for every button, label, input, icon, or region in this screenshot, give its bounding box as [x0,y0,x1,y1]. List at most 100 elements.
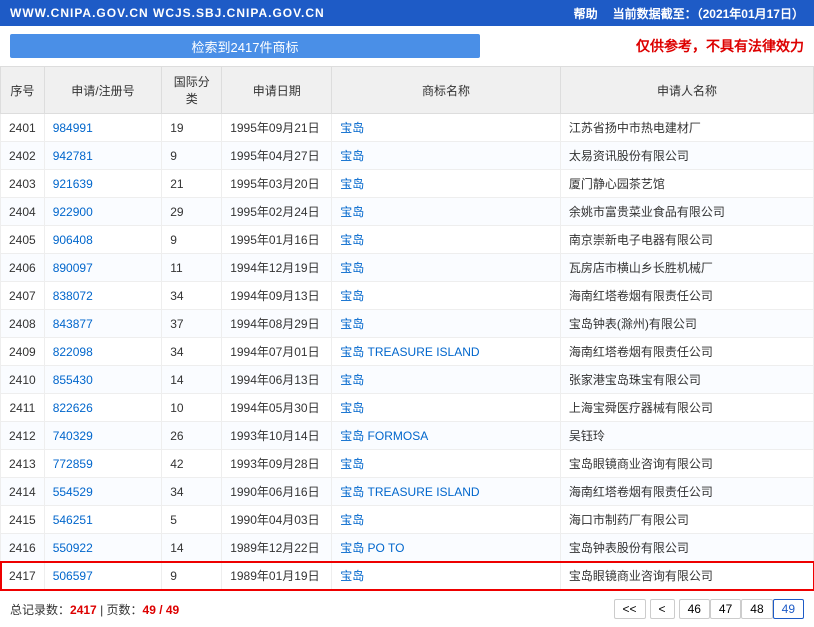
cell-index: 2410 [1,366,45,394]
cell-date: 1995年03月20日 [222,170,332,198]
table-row: 241554625151990年04月03日宝岛海口市制药厂有限公司 [1,506,814,534]
results-table: 序号申请/注册号国际分类申请日期商标名称申请人名称 24019849911919… [0,66,814,590]
reg-link[interactable]: 984991 [53,121,93,135]
cell-applicant: 宝岛眼镜商业咨询有限公司 [560,562,813,590]
cell-reg: 554529 [44,478,162,506]
search-summary: 检索到2417件商标 [10,34,480,58]
cell-reg: 838072 [44,282,162,310]
name-link[interactable]: 宝岛 [340,289,364,303]
cell-index: 2409 [1,338,45,366]
name-link[interactable]: 宝岛 [340,569,364,583]
reg-link[interactable]: 922900 [53,205,93,219]
name-link[interactable]: 宝岛 [340,261,364,275]
reg-link[interactable]: 740329 [53,429,93,443]
cell-class: 9 [162,562,222,590]
cell-index: 2417 [1,562,45,590]
reg-link[interactable]: 855430 [53,373,93,387]
cell-applicant: 宝岛眼镜商业咨询有限公司 [560,450,813,478]
cell-class: 26 [162,422,222,450]
cell-reg: 772859 [44,450,162,478]
cell-applicant: 太易资讯股份有限公司 [560,142,813,170]
reg-link[interactable]: 506597 [53,569,93,583]
cell-class: 9 [162,226,222,254]
name-link[interactable]: 宝岛 TREASURE ISLAND [340,345,479,359]
reg-link[interactable]: 906408 [53,233,93,247]
cell-date: 1994年07月01日 [222,338,332,366]
record-stats: 总记录数：2417 | 页数：49 / 49 [10,601,614,618]
cell-applicant: 张家港宝岛珠宝有限公司 [560,366,813,394]
reg-link[interactable]: 822626 [53,401,93,415]
cell-index: 2403 [1,170,45,198]
cell-date: 1995年04月27日 [222,142,332,170]
reg-link[interactable]: 822098 [53,345,93,359]
cell-class: 9 [162,142,222,170]
cell-index: 2414 [1,478,45,506]
table-row: 2401984991191995年09月21日宝岛江苏省扬中市热电建材厂 [1,114,814,142]
cell-applicant: 吴钰玲 [560,422,813,450]
table-row: 2411822626101994年05月30日宝岛上海宝舜医疗器械有限公司 [1,394,814,422]
cell-reg: 506597 [44,562,162,590]
page-first[interactable]: << [614,599,646,619]
reg-link[interactable]: 554529 [53,485,93,499]
reg-link[interactable]: 772859 [53,457,93,471]
name-link[interactable]: 宝岛 FORMOSA [340,429,428,443]
help-link[interactable]: 帮助 [574,5,598,22]
name-link[interactable]: 宝岛 [340,233,364,247]
page-prev[interactable]: < [650,599,675,619]
name-link[interactable]: 宝岛 [340,373,364,387]
cell-name: 宝岛 [332,254,561,282]
cell-name: 宝岛 [332,170,561,198]
page-num[interactable]: 48 [741,599,772,619]
cell-date: 1994年09月13日 [222,282,332,310]
cell-date: 1994年06月13日 [222,366,332,394]
cell-applicant: 厦门静心园茶艺馆 [560,170,813,198]
cell-class: 14 [162,366,222,394]
topbar: WWW.CNIPA.GOV.CN WCJS.SBJ.CNIPA.GOV.CN 帮… [0,0,814,26]
cell-date: 1990年04月03日 [222,506,332,534]
cell-class: 42 [162,450,222,478]
cell-applicant: 南京崇新电子电器有限公司 [560,226,813,254]
reg-link[interactable]: 921639 [53,177,93,191]
page-num[interactable]: 46 [679,599,710,619]
reg-link[interactable]: 550922 [53,541,93,555]
cell-class: 11 [162,254,222,282]
cell-index: 2404 [1,198,45,226]
reg-link[interactable]: 890097 [53,261,93,275]
name-link[interactable]: 宝岛 PO TO [340,541,404,555]
cell-reg: 550922 [44,534,162,562]
cell-applicant: 江苏省扬中市热电建材厂 [560,114,813,142]
cell-name: 宝岛 [332,282,561,310]
cell-name: 宝岛 TREASURE ISLAND [332,338,561,366]
cell-date: 1990年06月16日 [222,478,332,506]
name-link[interactable]: 宝岛 [340,401,364,415]
site-urls: WWW.CNIPA.GOV.CN WCJS.SBJ.CNIPA.GOV.CN [10,6,574,20]
name-link[interactable]: 宝岛 [340,177,364,191]
cell-index: 2402 [1,142,45,170]
cell-date: 1994年08月29日 [222,310,332,338]
cell-name: 宝岛 FORMOSA [332,422,561,450]
reg-link[interactable]: 838072 [53,289,93,303]
name-link[interactable]: 宝岛 [340,457,364,471]
reg-link[interactable]: 546251 [53,513,93,527]
name-link[interactable]: 宝岛 [340,317,364,331]
cell-name: 宝岛 [332,394,561,422]
reg-link[interactable]: 843877 [53,317,93,331]
cell-reg: 890097 [44,254,162,282]
page-num[interactable]: 49 [773,599,804,619]
name-link[interactable]: 宝岛 [340,149,364,163]
footer: 总记录数：2417 | 页数：49 / 49 << < 46474849 [0,590,814,627]
cell-applicant: 余姚市富贵菜业食品有限公司 [560,198,813,226]
cell-index: 2408 [1,310,45,338]
name-link[interactable]: 宝岛 [340,121,364,135]
cell-name: 宝岛 [332,114,561,142]
cell-index: 2416 [1,534,45,562]
cell-class: 14 [162,534,222,562]
cell-index: 2405 [1,226,45,254]
name-link[interactable]: 宝岛 [340,513,364,527]
name-link[interactable]: 宝岛 [340,205,364,219]
reg-link[interactable]: 942781 [53,149,93,163]
name-link[interactable]: 宝岛 TREASURE ISLAND [340,485,479,499]
page-num[interactable]: 47 [710,599,741,619]
cell-applicant: 宝岛钟表(滁州)有限公司 [560,310,813,338]
col-header: 国际分类 [162,67,222,114]
